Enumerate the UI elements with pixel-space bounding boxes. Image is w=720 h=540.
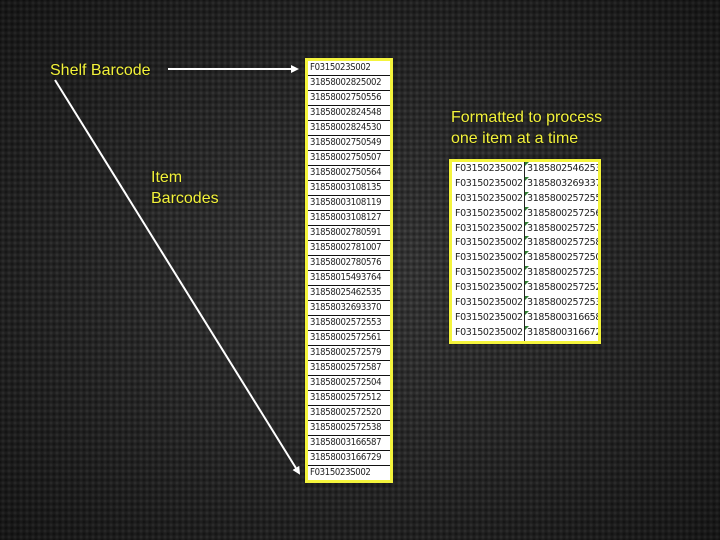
item-barcode-cell: 31858002780591: [308, 226, 390, 241]
item-barcode-cell: 31858003108135: [308, 181, 390, 196]
item-barcode-cell: 31858002572538: [525, 296, 598, 311]
item-barcodes-text-line1: Item: [151, 169, 183, 186]
shelf-barcode-cell: F03150235002: [452, 191, 525, 207]
shelf-barcode-cell: F03150235002: [452, 310, 525, 326]
item-barcode-cell: 31858002825002: [308, 76, 390, 91]
item-barcode-cell: 31858002750564: [308, 166, 390, 181]
item-barcode-cell: 31858002572561: [525, 206, 598, 222]
table-row: F0315023500231858002572561: [452, 206, 598, 222]
item-barcode-cell: 31858002750549: [308, 136, 390, 151]
shelf-barcode-text: Shelf Barcode: [50, 62, 151, 79]
item-barcode-cell: 31858002572538: [308, 421, 390, 436]
table-row: F0315023500231858025462535: [452, 162, 598, 177]
item-barcode-cell: 31858002750556: [308, 91, 390, 106]
item-barcode-cell: 31858002780576: [308, 256, 390, 271]
item-barcode-cell: 31858002572512: [308, 391, 390, 406]
raw-scan-list: F0315023S002 31858002825002 31858002750556…: [305, 58, 393, 483]
item-barcode-cell: 31858002572520: [308, 406, 390, 421]
item-barcode-cell: 31858003166587: [525, 310, 598, 326]
formatted-table: F0315023500231858025462535F0315023500231…: [449, 159, 601, 344]
item-barcode-cell: 31858002572553: [525, 191, 598, 207]
item-barcode-cell: 31858002572561: [308, 331, 390, 346]
item-barcode-cell: 31858002572579: [525, 221, 598, 237]
item-barcode-cell: 31858002572504: [308, 376, 390, 391]
item-barcode-cell: 31858003108127: [308, 211, 390, 226]
item-barcode-cell: 31858002750507: [308, 151, 390, 166]
table-row: F0315023500231858002572520: [452, 281, 598, 297]
item-barcode-cell: 31858032693370: [525, 176, 598, 192]
formatted-text-line2: one item at a time: [451, 130, 579, 147]
table-row: F0315023500231858003166587: [452, 310, 598, 326]
item-barcode-cell: 31858003166587: [308, 436, 390, 451]
shelf-barcode-cell: F0315023S002: [308, 61, 390, 76]
shelf-barcode-cell: F03150235002: [452, 236, 525, 252]
table-row: F0315023500231858002572512: [452, 266, 598, 282]
item-barcode-cell: 31858002572587: [308, 361, 390, 376]
item-barcodes-text-line2: Barcodes: [151, 190, 219, 207]
formatted-label: Formatted to process one item at a time: [451, 107, 602, 149]
shelf-barcode-cell: F03150235002: [452, 251, 525, 267]
item-barcode-cell: 31858002572579: [308, 346, 390, 361]
item-barcode-cell: 31858025462535: [308, 286, 390, 301]
table-row: F0315023500231858002572504: [452, 251, 598, 267]
item-barcode-cell: 31858025462535: [525, 162, 598, 177]
shelf-barcode-cell: F03150235002: [452, 162, 525, 177]
shelf-barcode-cell: F03150235002: [452, 281, 525, 297]
shelf-barcode-cell: F03150235002: [452, 266, 525, 282]
item-barcode-cell: 31858002572553: [308, 316, 390, 331]
table-row: F0315023500231858002572587: [452, 236, 598, 252]
item-barcodes-label: Item Barcodes: [151, 167, 219, 209]
item-barcode-cell: 31858002824548: [308, 106, 390, 121]
shelf-barcode-cell: F03150235002: [452, 296, 525, 311]
shelf-barcode-cell: F03150235002: [452, 206, 525, 222]
item-barcode-cell: 31858002572587: [525, 236, 598, 251]
shelf-barcode-cell: F03150235002: [452, 176, 525, 192]
item-barcode-cell: 31858002824530: [308, 121, 390, 136]
shelf-barcode-cell: F03150235002: [452, 325, 525, 341]
shelf-barcode-cell: F0315023S002: [308, 466, 390, 480]
table-row: F0315023500231858003166729: [452, 325, 598, 341]
item-barcode-cell: 31858003166729: [308, 451, 390, 466]
item-barcode-cell: 31858002781007: [308, 241, 390, 256]
formatted-text-line1: Formatted to process: [451, 109, 603, 126]
item-barcode-cell: 31858032693370: [308, 301, 390, 316]
table-row: F0315023500231858002572579: [452, 221, 598, 237]
shelf-barcode-label: Shelf Barcode: [50, 60, 151, 81]
table-row: F0315023500231858002572553: [452, 191, 598, 207]
item-barcode-cell: 31858002572520: [525, 281, 598, 296]
table-row: F0315023500231858032693370: [452, 176, 598, 192]
table-row: F0315023500231858002572538: [452, 296, 598, 311]
item-barcode-cell: 31858003166729: [525, 325, 598, 341]
item-barcode-cell: 31858002572504: [525, 251, 598, 266]
item-barcode-cell: 31858003108119: [308, 196, 390, 211]
item-barcodes-arrow: [54, 79, 301, 475]
item-barcode-cell: 31858002572512: [525, 266, 598, 281]
item-barcode-cell: 31858015493764: [308, 271, 390, 286]
shelf-barcode-cell: F03150235002: [452, 221, 525, 237]
